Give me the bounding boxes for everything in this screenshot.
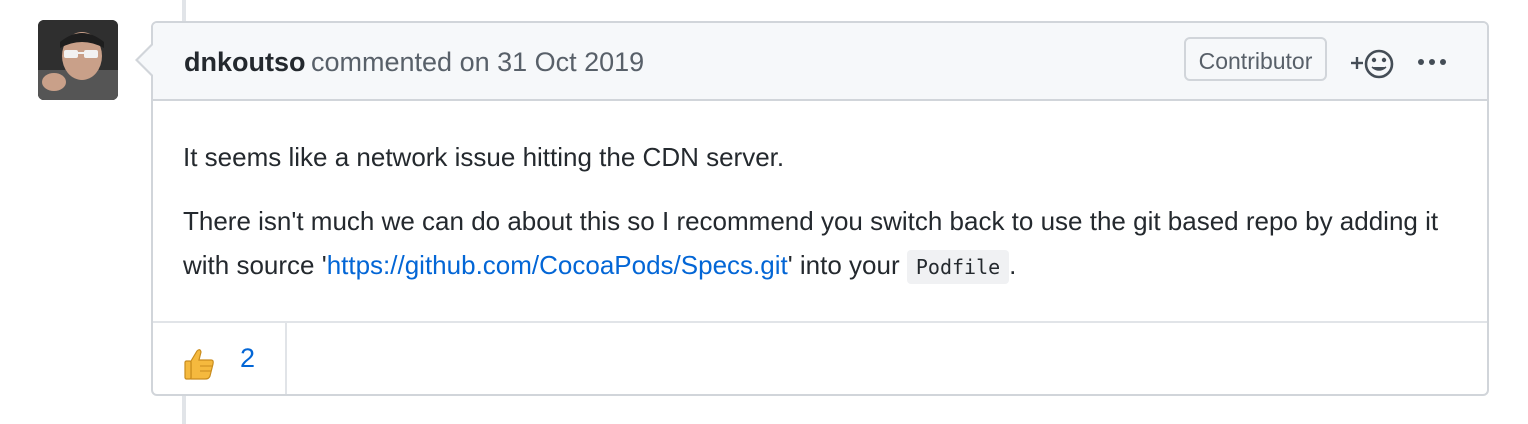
comment-box: dnkoutso commented on 31 Oct 2019 Contri…	[151, 21, 1489, 396]
thumbs-up-icon	[184, 349, 214, 380]
inline-code: Podfile	[906, 250, 1010, 284]
comment-body: It seems like a network issue hitting th…	[183, 135, 1463, 289]
reactions-bar: 2	[153, 321, 1487, 394]
avatar[interactable]	[38, 20, 118, 100]
reaction-count: 2	[240, 343, 256, 373]
more-options-button[interactable]	[1417, 49, 1447, 75]
comment-caret-fill	[138, 45, 153, 75]
comment-timestamp[interactable]: commented on 31 Oct 2019	[311, 47, 644, 78]
comment-text: ' into your	[787, 250, 907, 280]
kebab-horizontal-icon	[1418, 59, 1446, 65]
comment-author[interactable]: dnkoutso	[184, 47, 306, 78]
specs-repo-link[interactable]: https://github.com/CocoaPods/Specs.git	[327, 250, 788, 280]
contributor-badge: Contributor	[1184, 37, 1327, 81]
comment-paragraph: There isn't much we can do about this so…	[183, 199, 1463, 289]
smiley-icon	[1351, 49, 1394, 79]
comment-paragraph: It seems like a network issue hitting th…	[183, 142, 785, 172]
add-reaction-button[interactable]	[1349, 43, 1395, 83]
reaction-thumbs-up-button[interactable]: 2	[153, 323, 287, 394]
comment-text: .	[1009, 250, 1017, 280]
comment-header: dnkoutso commented on 31 Oct 2019 Contri…	[153, 23, 1487, 101]
